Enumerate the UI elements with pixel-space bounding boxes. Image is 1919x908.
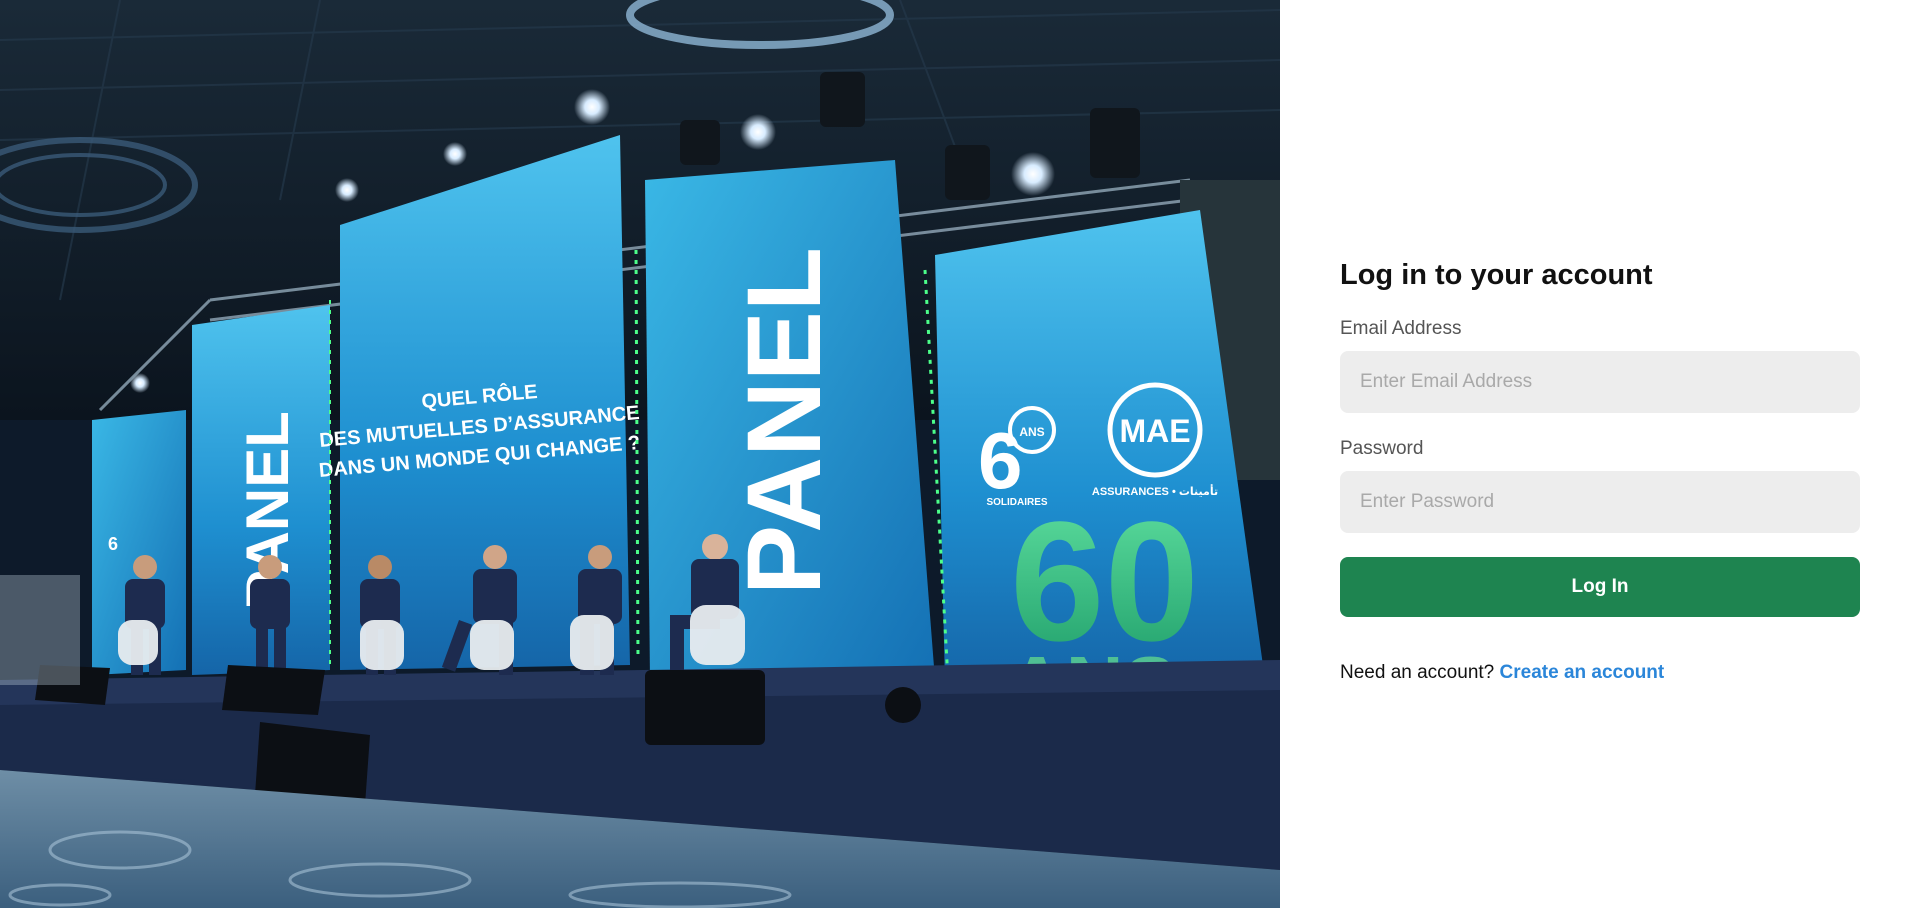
- signup-prompt: Need an account?: [1340, 662, 1495, 683]
- login-panel: Log in to your account Email Address Pas…: [1280, 0, 1919, 908]
- signup-row: Need an account? Create an account: [1340, 661, 1860, 685]
- login-title: Log in to your account: [1340, 259, 1653, 291]
- email-label: Email Address: [1340, 318, 1462, 339]
- left-screen-logo: 6: [108, 534, 118, 554]
- password-input[interactable]: [1340, 471, 1860, 533]
- sixty-logo-badge: ANS: [1019, 425, 1044, 439]
- login-form: Log in to your account Email Address Pas…: [1340, 255, 1860, 685]
- mae-logo-text: MAE: [1119, 413, 1190, 449]
- email-input[interactable]: [1340, 351, 1860, 413]
- password-label: Password: [1340, 438, 1424, 459]
- login-button[interactable]: Log In: [1340, 557, 1860, 617]
- middle-panel-screen-text: PANEL: [726, 247, 843, 595]
- create-account-link[interactable]: Create an account: [1500, 662, 1665, 683]
- conference-stage-photo: 6 PANEL QUEL RÔLE DES MUTUELLES D’ASSURA…: [0, 0, 1280, 908]
- hero-image: 6 PANEL QUEL RÔLE DES MUTUELLES D’ASSURA…: [0, 0, 1280, 908]
